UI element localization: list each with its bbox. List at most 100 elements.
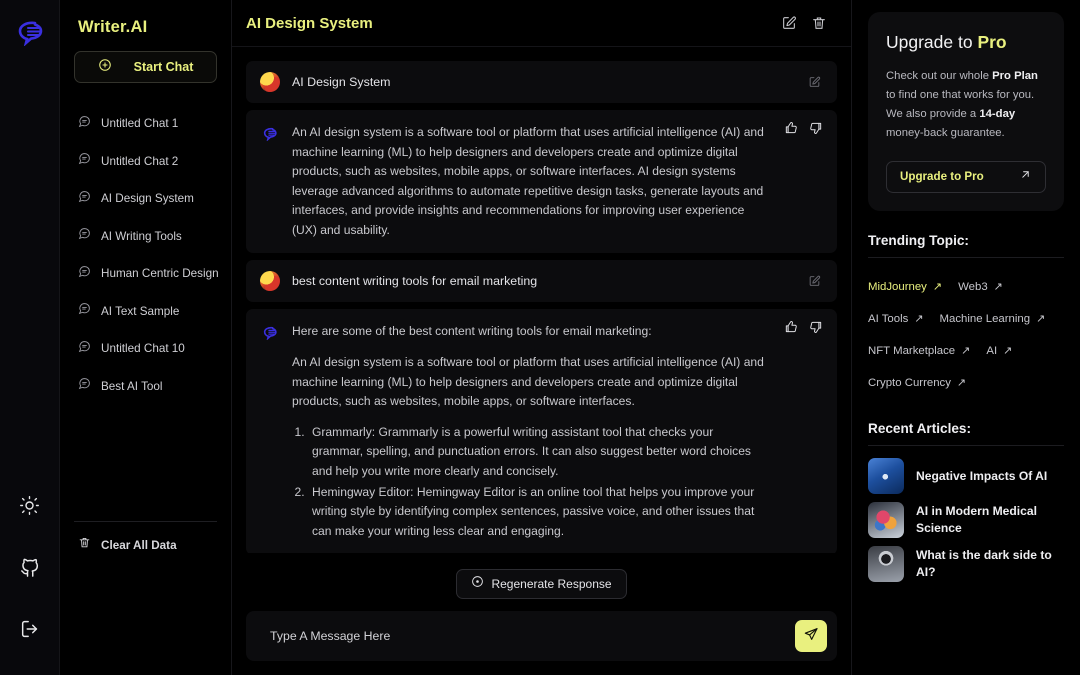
edit-pencil-icon[interactable] [781, 15, 797, 31]
app-logo-icon [13, 14, 47, 48]
chat-list-item[interactable]: AI Design System [74, 180, 217, 218]
icon-rail [0, 0, 60, 675]
trash-icon [78, 536, 91, 554]
user-message-text: best content writing tools for email mar… [292, 274, 537, 288]
message-feedback-actions [784, 320, 823, 334]
message-input[interactable] [270, 629, 795, 643]
chat-list-item-label: AI Design System [101, 192, 194, 205]
chat-list-item[interactable]: Untitled Chat 1 [74, 105, 217, 143]
arrow-up-right-icon: ↗ [994, 280, 1003, 293]
assistant-ordered-list: Grammarly: Grammarly is a powerful writi… [308, 423, 765, 541]
article-thumbnail [868, 502, 904, 538]
regenerate-area: Regenerate Response [232, 553, 851, 611]
user-avatar [260, 271, 280, 291]
chat-message-icon [78, 152, 91, 170]
chat-list-item-label: AI Text Sample [101, 305, 179, 318]
thumbs-up-icon[interactable] [784, 121, 798, 135]
trending-tag-label: AI Tools [868, 313, 908, 325]
brand-title: Writer.AI [78, 18, 217, 37]
assistant-paragraph: Here are some of the best content writin… [292, 322, 765, 342]
chat-message-icon [78, 377, 91, 395]
article-item[interactable]: Negative Impacts Of AI [868, 458, 1064, 494]
recent-articles-list: Negative Impacts Of AI AI in Modern Medi… [868, 446, 1064, 582]
recent-articles-title: Recent Articles: [868, 421, 1064, 436]
thumbs-down-icon[interactable] [809, 121, 823, 135]
upgrade-desc-bold-1: Pro Plan [992, 70, 1038, 82]
right-panel: Upgrade to Pro Check out our whole Pro P… [852, 0, 1080, 675]
theme-toggle-button[interactable] [10, 485, 50, 525]
edit-pencil-icon[interactable] [808, 275, 821, 288]
chat-list-item[interactable]: Untitled Chat 10 [74, 330, 217, 368]
regenerate-response-button[interactable]: Regenerate Response [456, 569, 626, 599]
upgrade-desc-bold-2: 14-day [979, 108, 1015, 120]
assistant-message-body: An AI design system is a software tool o… [292, 123, 821, 240]
article-item[interactable]: What is the dark side to AI? [868, 546, 1064, 582]
regenerate-response-label: Regenerate Response [491, 577, 611, 591]
chat-list-item-label: Human Centric Design [101, 267, 219, 280]
chat-list-item[interactable]: Untitled Chat 2 [74, 143, 217, 181]
chat-list-item[interactable]: Human Centric Design [74, 255, 217, 293]
trending-tag[interactable]: NFT Marketplace ↗ [868, 335, 970, 367]
composer [246, 611, 837, 661]
refresh-circle-icon [471, 575, 484, 593]
trending-tag-label: MidJourney [868, 281, 927, 293]
user-avatar [260, 72, 280, 92]
page-title: AI Design System [246, 15, 373, 32]
assistant-avatar-icon [260, 322, 280, 342]
plus-circle-icon [98, 58, 112, 77]
chat-message-icon [78, 340, 91, 358]
clear-all-data-button[interactable]: Clear All Data [74, 536, 217, 659]
thumbs-down-icon[interactable] [809, 320, 823, 334]
trending-tag[interactable]: MidJourney ↗ [868, 271, 942, 303]
article-title: AI in Modern Medical Science [916, 503, 1064, 536]
sidebar-footer: Clear All Data [74, 521, 217, 675]
github-button[interactable] [10, 547, 50, 587]
logout-button[interactable] [10, 609, 50, 649]
upgrade-desc-1: Check out our whole [886, 70, 992, 82]
chat-list-item-label: Untitled Chat 1 [101, 117, 178, 130]
article-thumbnail [868, 546, 904, 582]
main-panel: AI Design System AI Desi [232, 0, 852, 675]
chat-header: AI Design System [232, 0, 851, 47]
trending-tag[interactable]: AI Tools ↗ [868, 303, 924, 335]
thumbs-up-icon[interactable] [784, 320, 798, 334]
send-paper-plane-icon [803, 626, 819, 647]
trash-icon[interactable] [811, 15, 827, 31]
chat-list-item-label: Best AI Tool [101, 380, 163, 393]
chat-message-icon [78, 115, 91, 133]
upgrade-desc-3: money-back guarantee. [886, 127, 1005, 139]
article-title: Negative Impacts Of AI [916, 468, 1047, 485]
user-message: AI Design System [246, 61, 837, 103]
chat-list-item[interactable]: Best AI Tool [74, 368, 217, 406]
assistant-paragraph: An AI design system is a software tool o… [292, 123, 765, 240]
chat-list-item[interactable]: AI Writing Tools [74, 218, 217, 256]
trending-tag[interactable]: Web3 ↗ [958, 271, 1003, 303]
arrow-up-right-icon: ↗ [957, 376, 966, 389]
chat-list-item[interactable]: AI Text Sample [74, 293, 217, 331]
start-chat-button[interactable]: Start Chat [74, 51, 217, 83]
trending-tag[interactable]: AI ↗ [986, 335, 1012, 367]
upgrade-title: Upgrade to Pro [886, 32, 1046, 53]
message-feedback-actions [784, 121, 823, 135]
upgrade-title-highlight: Pro [977, 32, 1006, 52]
chat-message-icon [78, 302, 91, 320]
upgrade-to-pro-button[interactable]: Upgrade to Pro [886, 161, 1046, 193]
trending-tag[interactable]: Crypto Currency ↗ [868, 367, 966, 399]
message-thread: AI Design System An AI desi [232, 47, 851, 553]
clear-all-data-label: Clear All Data [101, 539, 177, 552]
chat-message-icon [78, 190, 91, 208]
list-item: Grammarly: Grammarly is a powerful writi… [308, 423, 765, 482]
chat-list-item-label: Untitled Chat 10 [101, 342, 185, 355]
edit-pencil-icon[interactable] [808, 76, 821, 89]
trending-tag-label: Web3 [958, 281, 988, 293]
chat-message-icon [78, 227, 91, 245]
arrow-up-right-icon: ↗ [961, 344, 970, 357]
trending-tag-label: Crypto Currency [868, 377, 951, 389]
trending-tag[interactable]: Machine Learning ↗ [940, 303, 1046, 335]
chat-message-icon [78, 265, 91, 283]
article-item[interactable]: AI in Modern Medical Science [868, 502, 1064, 538]
article-thumbnail [868, 458, 904, 494]
send-button[interactable] [795, 620, 827, 652]
sidebar: Writer.AI Start Chat Untitled Chat 1 [60, 0, 232, 675]
article-title: What is the dark side to AI? [916, 547, 1064, 580]
